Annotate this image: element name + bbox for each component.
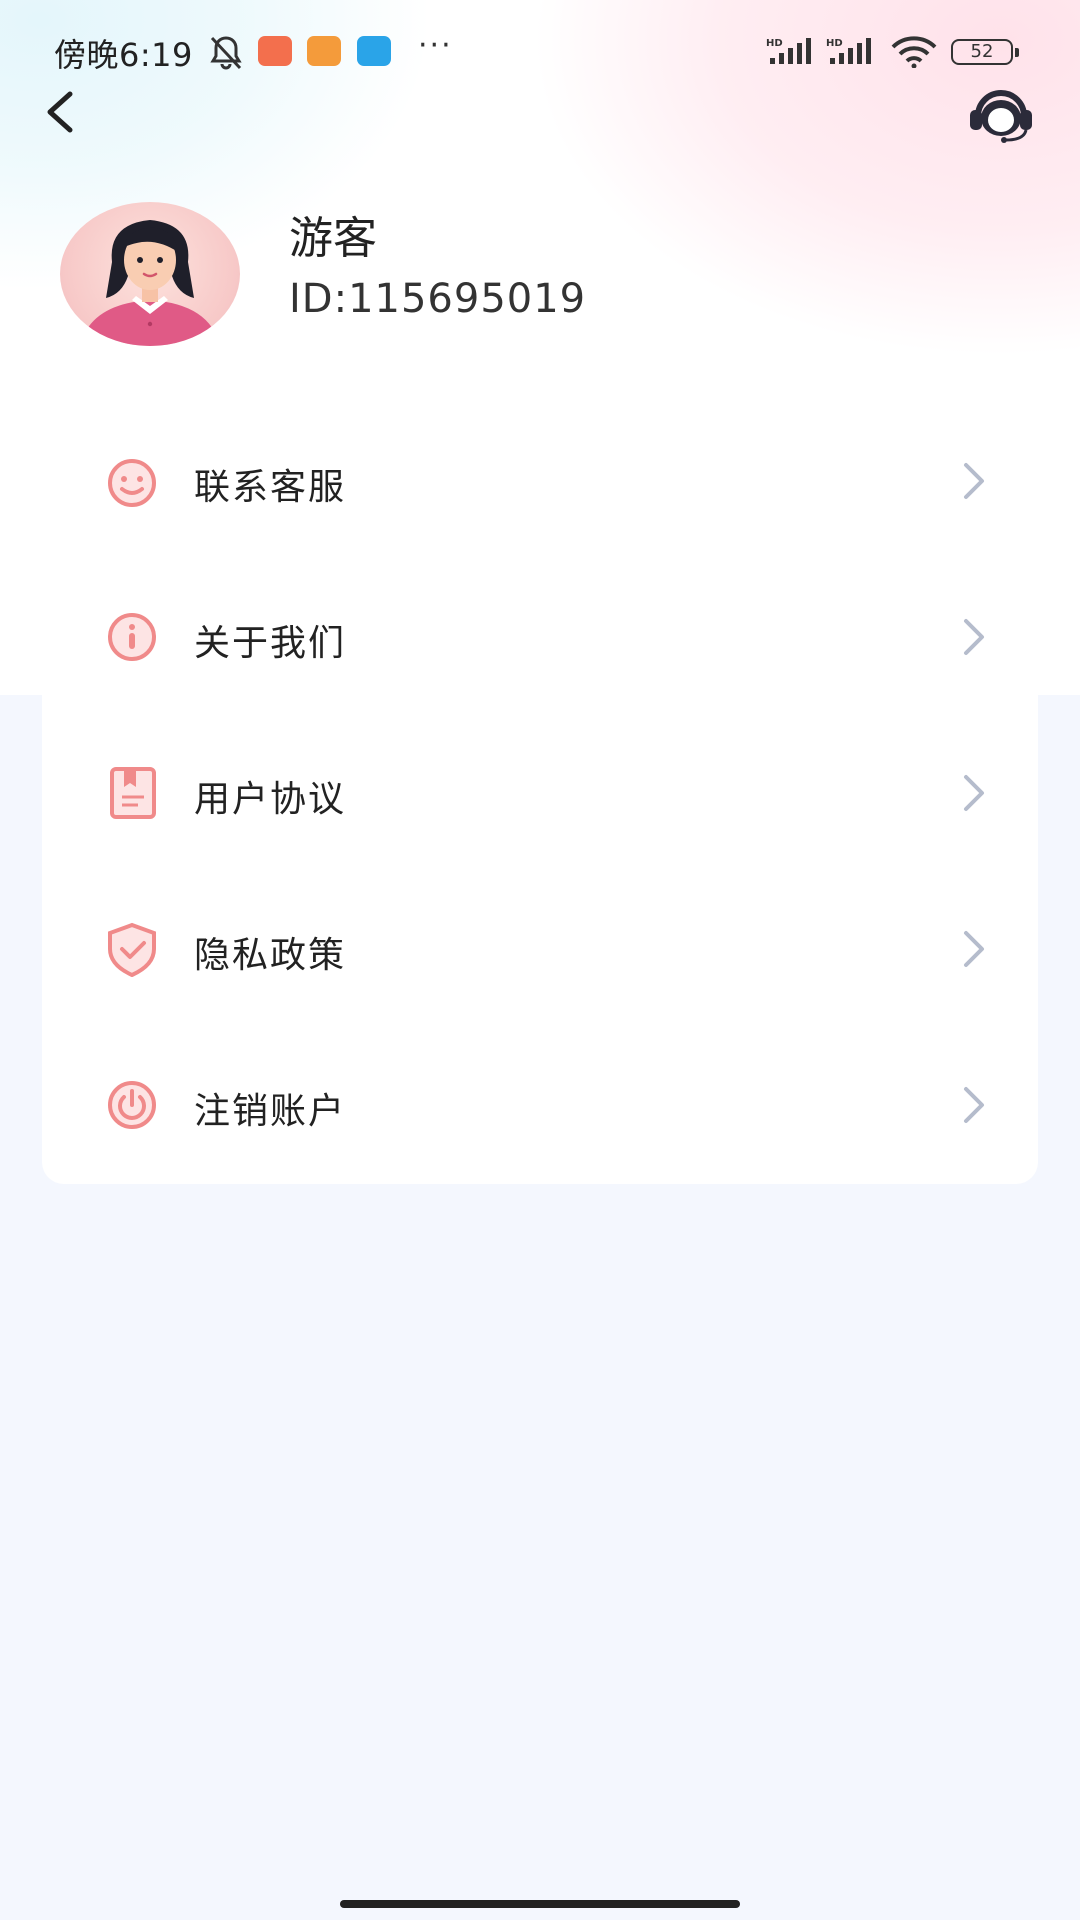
signal-hd-label: HD [826,38,843,49]
chevron-right-icon [964,931,984,967]
battery-indicator: 52 [951,39,1019,65]
signal-hd-label: HD [766,38,783,49]
menu-item-label: 用户协议 [194,779,347,820]
back-button[interactable] [40,88,80,136]
avatar[interactable] [60,202,240,346]
document-icon [110,767,156,819]
bell-muted-icon [210,36,242,70]
menu-item-contact-support[interactable]: 联系客服 [42,403,1038,559]
avatar-illustration [80,220,220,346]
app-notification-icon [258,36,292,66]
menu-item-label: 联系客服 [194,467,347,508]
menu-item-about-us[interactable]: 关于我们 [42,559,1038,715]
shield-check-icon [108,922,156,977]
power-icon [108,1081,156,1129]
menu-item-privacy-policy[interactable]: 隐私政策 [42,871,1038,1027]
smile-icon [108,459,156,507]
signal-icon: HD [766,38,811,64]
menu-item-delete-account[interactable]: 注销账户 [42,1027,1038,1183]
menu-item-user-agreement[interactable]: 用户协议 [42,715,1038,871]
menu-item-label: 注销账户 [194,1091,347,1132]
chevron-right-icon [964,1087,984,1123]
chevron-right-icon [964,463,984,499]
user-id: ID:115695019 [289,276,587,322]
menu-item-label: 关于我们 [194,623,347,664]
app-notification-icon [307,36,341,66]
app-notification-icon [357,36,391,66]
signal-icon: HD [826,38,871,64]
status-time: 傍晚6:19 [54,36,193,74]
home-indicator[interactable] [340,1900,740,1908]
info-icon [108,613,156,661]
status-bar: 傍晚6:19 ··· HD HD 52 [0,0,1080,100]
chevron-right-icon [964,775,984,811]
wifi-icon [891,36,937,68]
headset-icon[interactable] [964,82,1038,144]
user-name: 游客 [289,213,377,264]
more-notifications-icon: ··· [418,28,453,63]
chevron-right-icon [964,619,984,655]
menu-item-label: 隐私政策 [194,935,347,976]
